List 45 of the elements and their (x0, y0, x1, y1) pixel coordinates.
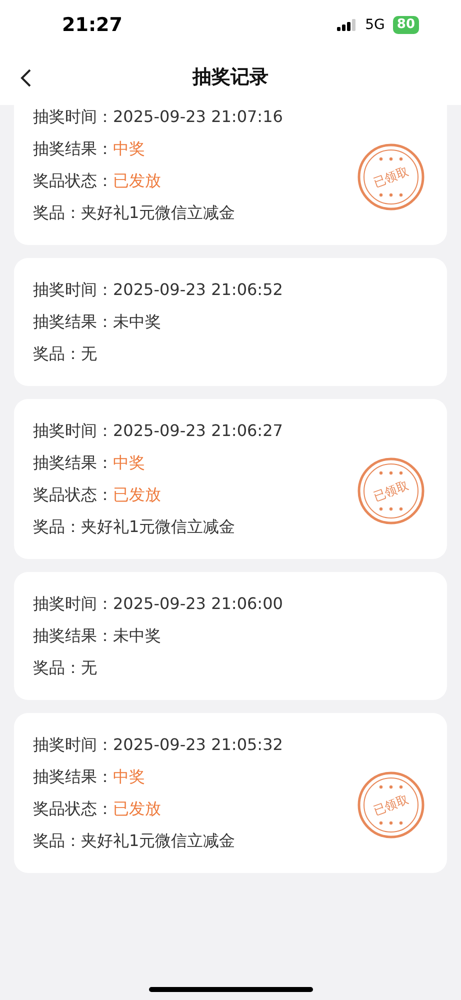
record-value: 无 (81, 344, 97, 363)
record-value: 已发放 (113, 485, 161, 504)
record-row: 抽奖时间：2025-09-23 21:06:52 (33, 279, 283, 301)
record-row: 奖品：无 (33, 657, 97, 679)
record-value: 2025-09-23 21:06:00 (113, 594, 283, 613)
record-value: 中奖 (113, 139, 145, 158)
record-row: 抽奖时间：2025-09-23 21:06:00 (33, 593, 283, 615)
record-row: 抽奖时间：2025-09-23 21:06:27 (33, 420, 283, 442)
record-row: 奖品：夹好礼1元微信立减金 (33, 830, 236, 852)
record-row: 抽奖结果：未中奖 (33, 311, 161, 333)
record-value: 2025-09-23 21:06:27 (113, 421, 283, 440)
page-title: 抽奖记录 (192, 65, 268, 90)
record-row: 奖品状态：已发放 (33, 798, 161, 820)
record-row: 奖品状态：已发放 (33, 170, 161, 192)
record-row: 奖品：夹好礼1元微信立减金 (33, 202, 236, 224)
record-row: 抽奖时间：2025-09-23 21:07:16 (33, 106, 283, 128)
record-value: 未中奖 (113, 626, 161, 645)
record-value: 无 (81, 658, 97, 677)
record-value: 夹好礼1元微信立减金 (81, 831, 236, 850)
record-row: 抽奖时间：2025-09-23 21:05:32 (33, 734, 283, 756)
stamp: 已领取 (357, 457, 425, 525)
record-row: 抽奖结果：中奖 (33, 766, 145, 788)
record-row: 奖品：无 (33, 343, 97, 365)
battery-indicator: 80 (392, 16, 419, 34)
record-value: 未中奖 (113, 312, 161, 331)
record-value: 2025-09-23 21:06:52 (113, 280, 283, 299)
record-row: 抽奖结果：中奖 (33, 452, 145, 474)
record-value: 已发放 (113, 799, 161, 818)
status-time: 21:27 (62, 12, 122, 38)
back-icon[interactable] (20, 68, 32, 88)
record-row: 奖品状态：已发放 (33, 484, 161, 506)
record-value: 已发放 (113, 171, 161, 190)
record-value: 夹好礼1元微信立减金 (81, 203, 236, 222)
stamp: 已领取 (357, 143, 425, 211)
network-label: 5G (365, 16, 385, 34)
stamp: 已领取 (357, 771, 425, 839)
record-value: 2025-09-23 21:07:16 (113, 107, 283, 126)
record-row: 抽奖结果：中奖 (33, 138, 145, 160)
record-row: 抽奖结果：未中奖 (33, 625, 161, 647)
signal-icon (337, 19, 358, 31)
record-value: 夹好礼1元微信立减金 (81, 517, 236, 536)
record-row: 奖品：夹好礼1元微信立减金 (33, 516, 236, 538)
record-value: 2025-09-23 21:05:32 (113, 735, 283, 754)
record-value: 中奖 (113, 453, 145, 472)
record-value: 中奖 (113, 767, 145, 786)
